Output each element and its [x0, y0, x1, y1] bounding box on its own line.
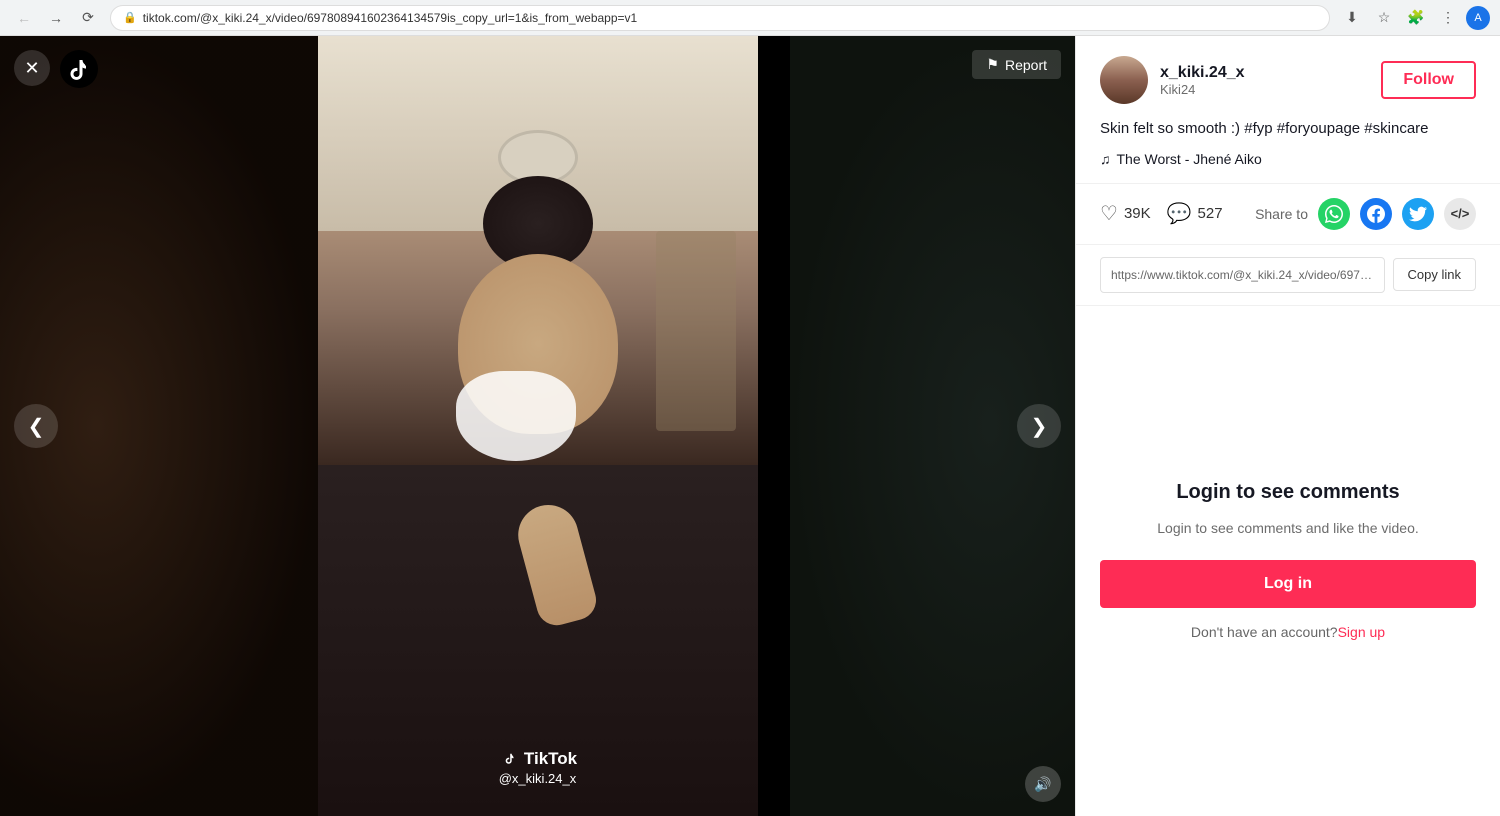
next-video-button[interactable]: ❯	[1017, 404, 1061, 448]
chevron-left-icon: ❮	[28, 414, 45, 439]
heart-icon: ♡	[1100, 201, 1118, 226]
bookmark-button[interactable]: ☆	[1370, 4, 1398, 32]
comments-stat: 💬 527	[1167, 201, 1223, 226]
music-title: The Worst - Jhené Aiko	[1117, 151, 1262, 167]
tiktok-watermark: TikTok @x_kiki.24_x	[318, 749, 758, 786]
chevron-right-icon: ❯	[1031, 414, 1048, 439]
login-title: Login to see comments	[1176, 481, 1399, 504]
music-note-icon: ♫	[1100, 151, 1111, 167]
forward-button[interactable]: →	[42, 4, 70, 32]
comments-section: Login to see comments Login to see comme…	[1076, 306, 1500, 816]
flag-icon: ⚑	[986, 56, 999, 73]
tiktok-logo	[60, 50, 98, 93]
comments-count: 527	[1198, 205, 1223, 222]
signup-link[interactable]: Sign up	[1338, 624, 1385, 640]
browser-nav-buttons: ← → ⟳	[10, 4, 102, 32]
right-panel: x_kiki.24_x Kiki24 Follow Skin felt so s…	[1075, 36, 1500, 816]
share-whatsapp-button[interactable]	[1318, 198, 1350, 230]
user-section: x_kiki.24_x Kiki24 Follow Skin felt so s…	[1076, 36, 1500, 184]
likes-count: 39K	[1124, 205, 1151, 222]
likes-stat: ♡ 39K	[1100, 201, 1151, 226]
user-header: x_kiki.24_x Kiki24 Follow	[1100, 56, 1476, 104]
comment-icon: 💬	[1167, 201, 1192, 226]
share-twitter-button[interactable]	[1402, 198, 1434, 230]
browser-profile[interactable]: A	[1466, 6, 1490, 30]
video-section: ✕ ⚑ Report	[0, 36, 1075, 816]
lock-icon: 🔒	[123, 11, 137, 24]
login-button[interactable]: Log in	[1100, 560, 1476, 608]
stats-row: ♡ 39K 💬 527 Share to	[1076, 184, 1500, 245]
share-label: Share to	[1255, 206, 1308, 222]
video-frame: TikTok @x_kiki.24_x	[318, 36, 758, 816]
download-button[interactable]: ⬇	[1338, 4, 1366, 32]
share-embed-button[interactable]: </>	[1444, 198, 1476, 230]
avatar-image	[1100, 56, 1148, 104]
share-section: Share to </>	[1255, 198, 1476, 230]
user-info: x_kiki.24_x Kiki24	[1100, 56, 1245, 104]
report-button[interactable]: ⚑ Report	[972, 50, 1061, 79]
login-subtitle: Login to see comments and like the video…	[1157, 520, 1419, 536]
extensions-button[interactable]: 🧩	[1402, 4, 1430, 32]
address-bar[interactable]: 🔒 tiktok.com/@x_kiki.24_x/video/69780894…	[110, 5, 1330, 31]
copy-link-button[interactable]: Copy link	[1393, 258, 1476, 291]
back-button[interactable]: ←	[10, 4, 38, 32]
share-facebook-button[interactable]	[1360, 198, 1392, 230]
user-avatar[interactable]	[1100, 56, 1148, 104]
sound-icon: 🔊	[1034, 776, 1051, 793]
browser-chrome: ← → ⟳ 🔒 tiktok.com/@x_kiki.24_x/video/69…	[0, 0, 1500, 36]
prev-video-button[interactable]: ❮	[14, 404, 58, 448]
url-text: tiktok.com/@x_kiki.24_x/video/6978089416…	[143, 11, 638, 25]
more-button[interactable]: ⋮	[1434, 4, 1462, 32]
music-row: ♫ The Worst - Jhené Aiko	[1100, 151, 1476, 167]
signup-row: Don't have an account?Sign up	[1191, 624, 1385, 640]
username[interactable]: x_kiki.24_x	[1160, 64, 1245, 82]
caption: Skin felt so smooth :) #fyp #foryoupage …	[1100, 118, 1476, 141]
main-content: ✕ ⚑ Report	[0, 36, 1500, 816]
link-row: https://www.tiktok.com/@x_kiki.24_x/vide…	[1076, 245, 1500, 306]
display-name: Kiki24	[1160, 82, 1245, 97]
user-names: x_kiki.24_x Kiki24	[1160, 64, 1245, 97]
reload-button[interactable]: ⟳	[74, 4, 102, 32]
sound-button[interactable]: 🔊	[1025, 766, 1061, 802]
browser-actions: ⬇ ☆ 🧩 ⋮ A	[1338, 4, 1490, 32]
close-button[interactable]: ✕	[14, 50, 50, 86]
link-input[interactable]: https://www.tiktok.com/@x_kiki.24_x/vide…	[1100, 257, 1385, 293]
follow-button[interactable]: Follow	[1381, 61, 1476, 99]
